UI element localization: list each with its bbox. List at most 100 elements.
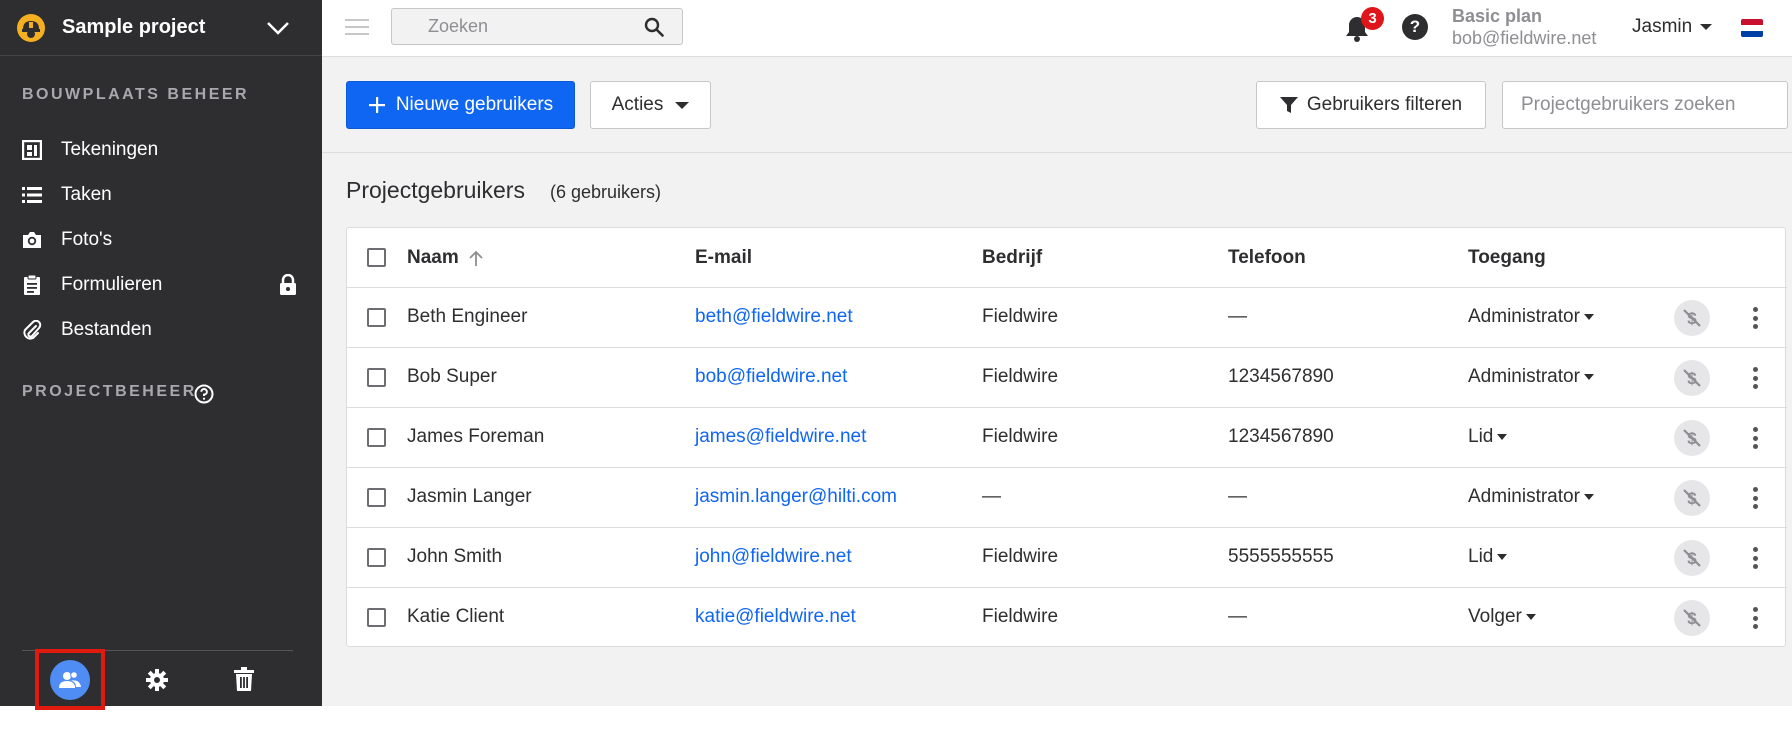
row-more-options-icon[interactable] bbox=[1750, 304, 1760, 332]
user-phone-cell: 1234567890 bbox=[1228, 426, 1334, 447]
user-email-link[interactable]: katie@fieldwire.net bbox=[695, 606, 856, 628]
user-email-link[interactable]: beth@fieldwire.net bbox=[695, 306, 853, 328]
sidebar-item-label: Formulieren bbox=[61, 274, 163, 295]
user-name-cell: John Smith bbox=[407, 546, 503, 567]
access-role-dropdown[interactable]: Volger bbox=[1468, 606, 1536, 628]
table-row[interactable]: Katie Client katie@fieldwire.net Fieldwire… bbox=[347, 588, 1787, 648]
sort-ascending-icon[interactable] bbox=[468, 250, 484, 267]
users-icon bbox=[59, 671, 81, 688]
filter-users-button[interactable]: Gebruikers filteren bbox=[1256, 81, 1486, 129]
sidebar-item-label: Tekeningen bbox=[61, 139, 159, 160]
access-role-dropdown[interactable]: Administrator bbox=[1468, 366, 1594, 388]
caret-down-icon bbox=[1700, 24, 1713, 30]
access-role-label: Lid bbox=[1468, 426, 1494, 447]
table-row[interactable]: Bob Super bob@fieldwire.net Fieldwire 12345… bbox=[347, 348, 1787, 408]
user-name-cell: Katie Client bbox=[407, 606, 505, 627]
access-role-label: Lid bbox=[1468, 546, 1494, 567]
fieldwire-logo-icon bbox=[17, 14, 45, 42]
hamburger-menu-icon[interactable] bbox=[345, 17, 369, 37]
user-menu[interactable]: Jasmin bbox=[1632, 16, 1713, 38]
sidebar-item-photos[interactable]: Foto's bbox=[0, 220, 322, 260]
row-checkbox[interactable] bbox=[367, 428, 386, 447]
caret-down-icon bbox=[1583, 314, 1594, 320]
camera-icon bbox=[23, 232, 41, 248]
table-row[interactable]: James Foreman james@fieldwire.net Fieldwir… bbox=[347, 408, 1787, 468]
table-row[interactable]: Beth Engineer beth@fieldwire.net Fieldwire… bbox=[347, 288, 1787, 348]
access-role-dropdown[interactable]: Administrator bbox=[1468, 486, 1594, 508]
row-checkbox[interactable] bbox=[367, 488, 386, 507]
global-search-input[interactable] bbox=[392, 9, 642, 44]
project-users-button[interactable] bbox=[50, 660, 90, 700]
caret-down-icon bbox=[1583, 494, 1594, 500]
language-flag-icon[interactable] bbox=[1741, 19, 1763, 37]
row-checkbox[interactable] bbox=[367, 368, 386, 387]
no-billing-button[interactable]: $ bbox=[1674, 420, 1710, 456]
user-name-cell: Bob Super bbox=[407, 366, 497, 387]
user-name-cell: Beth Engineer bbox=[407, 306, 528, 327]
plans-icon bbox=[22, 140, 42, 160]
global-search bbox=[391, 8, 683, 45]
table-row[interactable]: John Smith john@fieldwire.net Fieldwire 555… bbox=[347, 528, 1787, 588]
no-billing-button[interactable]: $ bbox=[1674, 360, 1710, 396]
project-name: Sample project bbox=[62, 16, 206, 38]
user-company-cell: — bbox=[982, 486, 1001, 507]
users-toolbar: Nieuwe gebruikers Acties Gebruikers filt… bbox=[322, 57, 1792, 153]
sidebar-item-forms[interactable]: Formulieren bbox=[0, 265, 322, 305]
project-switcher[interactable]: Sample project bbox=[0, 0, 322, 56]
user-email-link[interactable]: john@fieldwire.net bbox=[695, 546, 852, 568]
no-dollar-icon: $ bbox=[1683, 609, 1701, 628]
no-billing-button[interactable]: $ bbox=[1674, 540, 1710, 576]
project-users-search-input[interactable] bbox=[1502, 81, 1788, 129]
list-icon bbox=[22, 187, 42, 203]
user-email-link[interactable]: bob@fieldwire.net bbox=[695, 366, 847, 388]
help-circle-icon[interactable] bbox=[194, 384, 214, 404]
caret-down-icon bbox=[1497, 434, 1508, 440]
help-button[interactable]: ? bbox=[1402, 14, 1428, 40]
no-billing-button[interactable]: $ bbox=[1674, 600, 1710, 636]
user-email-link[interactable]: james@fieldwire.net bbox=[695, 426, 866, 448]
row-more-options-icon[interactable] bbox=[1750, 364, 1760, 392]
search-icon[interactable] bbox=[644, 17, 664, 37]
no-billing-button[interactable]: $ bbox=[1674, 300, 1710, 336]
row-more-options-icon[interactable] bbox=[1750, 424, 1760, 452]
section-title-site-management: BOUWPLAATS BEHEER bbox=[22, 86, 250, 103]
row-more-options-icon[interactable] bbox=[1750, 484, 1760, 512]
sidebar-item-tasks[interactable]: Taken bbox=[0, 175, 322, 215]
user-phone-cell: 1234567890 bbox=[1228, 366, 1334, 387]
sidebar-item-files[interactable]: Bestanden bbox=[0, 310, 322, 350]
gear-icon[interactable] bbox=[145, 668, 169, 692]
select-all-checkbox[interactable] bbox=[367, 248, 386, 267]
access-role-dropdown[interactable]: Lid bbox=[1468, 546, 1508, 568]
user-count: (6 gebruikers) bbox=[550, 182, 662, 202]
column-header-name[interactable]: Naam bbox=[407, 247, 459, 269]
user-email-link[interactable]: jasmin.langer@hilti.com bbox=[695, 486, 897, 508]
access-role-dropdown[interactable]: Lid bbox=[1468, 426, 1508, 448]
user-name: Jasmin bbox=[1632, 16, 1693, 37]
user-company-cell: Fieldwire bbox=[982, 426, 1059, 447]
sidebar-item-plans[interactable]: Tekeningen bbox=[0, 130, 322, 170]
new-users-button[interactable]: Nieuwe gebruikers bbox=[346, 81, 575, 129]
user-phone-cell: — bbox=[1228, 606, 1247, 627]
users-table: Naam E-mail Bedrijf Telefoon Toegang Bet… bbox=[346, 227, 1787, 648]
row-more-options-icon[interactable] bbox=[1750, 544, 1760, 572]
plan-email: bob@fieldwire.net bbox=[1452, 28, 1597, 48]
new-users-label: Nieuwe gebruikers bbox=[395, 94, 554, 115]
access-role-dropdown[interactable]: Administrator bbox=[1468, 306, 1594, 328]
clipboard-icon bbox=[24, 275, 40, 295]
row-checkbox[interactable] bbox=[367, 308, 386, 327]
top-bar: 3 ? Basic plan bob@fieldwire.net Jasmin bbox=[322, 0, 1792, 57]
section-title-project-management: PROJECTBEHEER bbox=[22, 383, 197, 400]
trash-icon[interactable] bbox=[233, 667, 255, 692]
user-company-cell: Fieldwire bbox=[982, 366, 1059, 387]
user-company-cell: Fieldwire bbox=[982, 606, 1059, 627]
actions-dropdown[interactable]: Acties bbox=[590, 81, 711, 129]
no-billing-button[interactable]: $ bbox=[1674, 480, 1710, 516]
actions-label: Acties bbox=[611, 94, 664, 115]
row-more-options-icon[interactable] bbox=[1750, 604, 1760, 632]
chevron-down-icon[interactable] bbox=[266, 18, 290, 38]
row-checkbox[interactable] bbox=[367, 608, 386, 627]
notification-badge: 3 bbox=[1361, 7, 1384, 30]
plus-icon bbox=[368, 97, 385, 113]
table-row[interactable]: Jasmin Langer jasmin.langer@hilti.com — — Ad… bbox=[347, 468, 1787, 528]
row-checkbox[interactable] bbox=[367, 548, 386, 567]
